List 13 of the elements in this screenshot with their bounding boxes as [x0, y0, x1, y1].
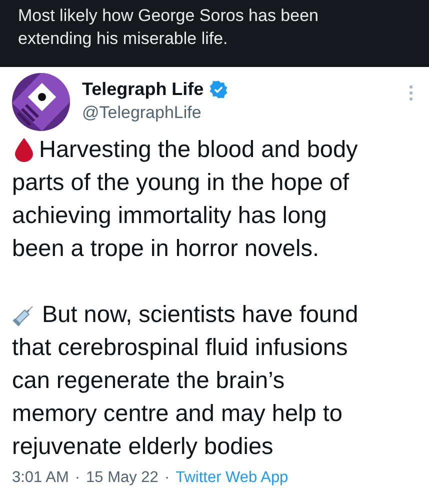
- author-handle[interactable]: @TelegraphLife: [82, 101, 409, 125]
- tweet-text: that cerebrospinal fluid infusions can regenerate the brain’s memory centre and may help to rejuvenate elderly bodies: [12, 333, 349, 461]
- separator-dot: ·: [164, 468, 170, 488]
- tweet-text: Harvesting the blood and body: [39, 135, 358, 164]
- quote-text: Most likely how George Soros has been extending his miserable life.: [18, 5, 320, 50]
- author-name[interactable]: Telegraph Life: [82, 77, 204, 101]
- tweet-time: 3:01 AM: [12, 468, 69, 488]
- tweet-text: parts of the young in the hope of achieving immortality has long been a trope in horror novels.: [12, 168, 350, 263]
- avatar-logo-icon[interactable]: [12, 73, 70, 131]
- blood-drop-icon: [15, 138, 33, 162]
- tweet-text: But now, scientists have found: [42, 300, 358, 329]
- separator-dot: ·: [74, 468, 80, 488]
- tweet-date: 15 May 22: [86, 468, 158, 488]
